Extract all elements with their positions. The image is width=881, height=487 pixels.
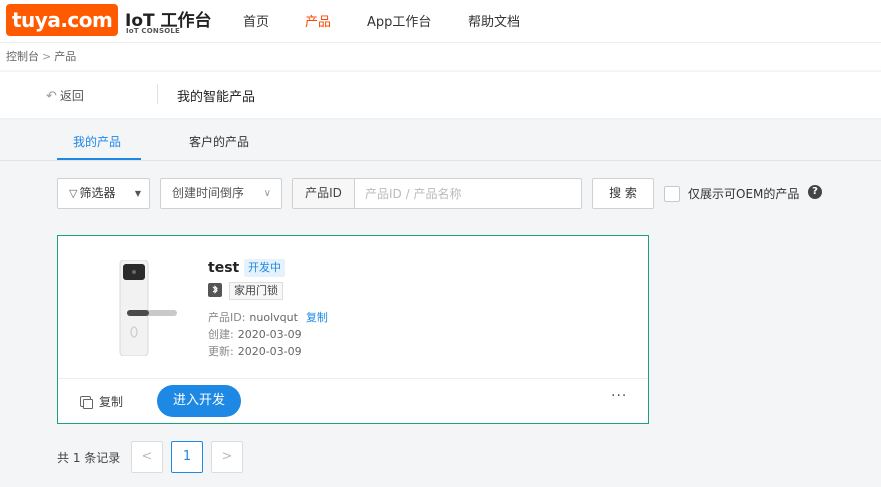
product-id-label: 产品ID: bbox=[208, 311, 246, 324]
sort-value: 创建时间倒序 bbox=[172, 186, 245, 200]
status-badge: 开发中 bbox=[244, 259, 285, 277]
search-button[interactable]: 搜 索 bbox=[592, 178, 654, 209]
oem-only-label[interactable]: 仅展示可OEM的产品 bbox=[688, 185, 799, 202]
total-records: 共 1 条记录 bbox=[57, 451, 121, 465]
divider bbox=[157, 84, 158, 104]
updated-label: 更新: bbox=[208, 345, 234, 358]
product-name[interactable]: test bbox=[208, 260, 239, 276]
nav-item-home[interactable]: 首页 bbox=[243, 11, 269, 30]
tab-customer-products[interactable]: 客户的产品 bbox=[189, 133, 249, 150]
search-field-prefix[interactable]: 产品ID bbox=[293, 179, 355, 208]
copy-icon bbox=[80, 396, 93, 409]
prev-page-button[interactable]: < bbox=[131, 441, 163, 473]
page-1-button[interactable]: 1 bbox=[171, 441, 203, 473]
nav-item-help-docs[interactable]: 帮助文档 bbox=[468, 11, 520, 30]
product-card[interactable]: test 开发中 家用门锁 产品ID: nuolvqut 复制 创建: 2020-03… bbox=[57, 235, 649, 424]
category-tag: 家用门锁 bbox=[229, 282, 283, 300]
product-id-value: nuolvqut bbox=[249, 311, 298, 324]
breadcrumb-item-console[interactable]: 控制台 bbox=[6, 50, 39, 63]
filter-icon: ▽ bbox=[69, 187, 78, 200]
chevron-down-icon: ∨ bbox=[263, 188, 271, 199]
door-lock-image bbox=[119, 260, 177, 356]
created-value: 2020-03-09 bbox=[237, 328, 302, 341]
card-divider bbox=[58, 378, 648, 379]
active-tab-indicator bbox=[57, 158, 141, 160]
enter-development-button[interactable]: 进入开发 bbox=[157, 385, 241, 417]
console-subtitle: IoT CONSOLE bbox=[126, 27, 181, 35]
back-label: 返回 bbox=[59, 89, 84, 103]
search-group: 产品ID bbox=[292, 178, 582, 209]
tuya-logo[interactable]: tuya.com bbox=[6, 4, 118, 36]
breadcrumb-bar: 控制台 > 产品 bbox=[0, 42, 881, 70]
back-arrow-icon: ↶ bbox=[46, 89, 57, 104]
page-title: 我的智能产品 bbox=[177, 90, 256, 105]
updated-row: 更新: 2020-03-09 bbox=[208, 343, 302, 359]
sort-select[interactable]: 创建时间倒序 ∨ bbox=[160, 178, 282, 209]
product-tabs: 我的产品 客户的产品 bbox=[0, 124, 881, 161]
copy-product-label: 复制 bbox=[99, 395, 124, 409]
page-header: ↶ 返回 我的智能产品 bbox=[0, 72, 881, 118]
search-input[interactable] bbox=[356, 179, 581, 208]
copy-id-link[interactable]: 复制 bbox=[306, 311, 328, 324]
filter-button[interactable]: ▽ 筛选器 ▼ bbox=[57, 178, 150, 209]
nav-item-products[interactable]: 产品 bbox=[305, 11, 331, 30]
product-id-row: 产品ID: nuolvqut 复制 bbox=[208, 309, 328, 325]
breadcrumb-item-products: 产品 bbox=[54, 50, 77, 63]
copy-product-button[interactable]: 复制 bbox=[80, 393, 123, 410]
back-button[interactable]: ↶ 返回 bbox=[46, 87, 84, 104]
created-label: 创建: bbox=[208, 328, 234, 341]
updated-value: 2020-03-09 bbox=[237, 345, 302, 358]
caret-down-icon: ▼ bbox=[134, 189, 141, 198]
breadcrumb: 控制台 > 产品 bbox=[6, 48, 76, 64]
tab-my-products[interactable]: 我的产品 bbox=[73, 133, 121, 150]
bluetooth-icon bbox=[208, 283, 222, 297]
filter-label: 筛选器 bbox=[79, 186, 116, 200]
top-navbar: tuya.com IoT 工作台 IoT CONSOLE 首页 产品 App工作… bbox=[0, 0, 881, 42]
created-row: 创建: 2020-03-09 bbox=[208, 326, 302, 342]
question-icon[interactable]: ? bbox=[808, 185, 822, 199]
breadcrumb-separator: > bbox=[42, 50, 52, 63]
nav-item-app-workbench[interactable]: App工作台 bbox=[367, 11, 431, 30]
next-page-button[interactable]: > bbox=[211, 441, 243, 473]
oem-only-checkbox[interactable] bbox=[664, 186, 680, 202]
more-options-icon[interactable]: ··· bbox=[611, 388, 627, 404]
